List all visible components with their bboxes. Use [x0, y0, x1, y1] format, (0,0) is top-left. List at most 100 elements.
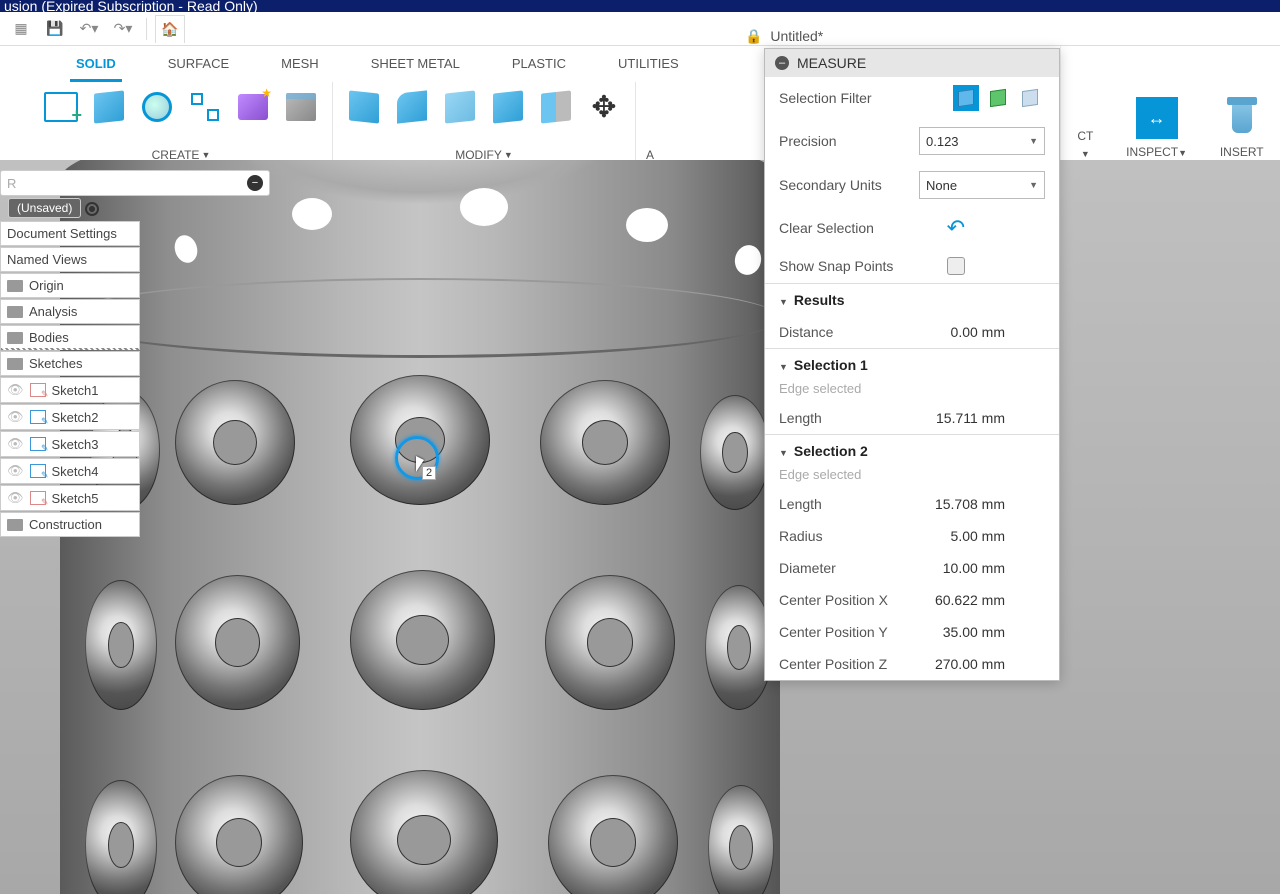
visibility-icon[interactable]: 👁: [7, 382, 24, 398]
filter-components-button[interactable]: [1017, 85, 1043, 111]
sketch-icon: [30, 437, 46, 451]
fillet-button[interactable]: [391, 86, 433, 128]
value-distance: 0.00 mm: [951, 324, 1005, 340]
hint-selection2: Edge selected: [765, 467, 1059, 488]
show-snap-checkbox[interactable]: [947, 257, 965, 275]
tab-mesh[interactable]: MESH: [275, 52, 325, 82]
model-tophole[interactable]: [626, 208, 668, 242]
model-rim: [60, 278, 780, 358]
move-button[interactable]: ✥: [583, 86, 625, 128]
viewport-3d[interactable]: 2: [0, 160, 1280, 894]
group-insert[interactable]: INSERT: [1220, 97, 1264, 159]
browser-item-document-settings[interactable]: Document Settings: [0, 221, 140, 246]
model-hole[interactable]: [175, 380, 295, 505]
model-hole[interactable]: [705, 585, 773, 710]
browser-item-origin[interactable]: Origin: [0, 273, 140, 298]
label-length1: Length: [779, 410, 822, 426]
create-form-button[interactable]: [232, 86, 274, 128]
close-icon[interactable]: −: [247, 175, 263, 191]
model-hole[interactable]: [175, 575, 300, 710]
component-radio[interactable]: [85, 202, 99, 216]
browser-item-sketch3[interactable]: 👁Sketch3: [0, 431, 140, 457]
label-distance: Distance: [779, 324, 833, 340]
tab-surface[interactable]: SURFACE: [162, 52, 235, 82]
tab-sheet-metal[interactable]: SHEET METAL: [365, 52, 466, 82]
folder-icon: [7, 280, 23, 292]
browser-root-unsaved[interactable]: (Unsaved): [8, 198, 81, 218]
label-length2: Length: [779, 496, 822, 512]
value-radius: 5.00 mm: [951, 528, 1005, 544]
model-hole[interactable]: [545, 575, 675, 710]
lock-icon: 🔒: [745, 28, 762, 44]
derive-button[interactable]: [184, 86, 226, 128]
measure-panel-title: MEASURE: [797, 55, 866, 71]
tab-plastic[interactable]: PLASTIC: [506, 52, 572, 82]
model-hole[interactable]: [85, 580, 157, 710]
separator: [146, 18, 147, 40]
clear-selection-button[interactable]: ↶: [947, 215, 965, 241]
model-hole[interactable]: [700, 395, 770, 510]
document-name: Untitled*: [770, 28, 823, 44]
label-diameter: Diameter: [779, 560, 836, 576]
browser-item-construction[interactable]: Construction: [0, 512, 140, 537]
tab-utilities[interactable]: UTILITIES: [612, 52, 685, 82]
measure-tool-button[interactable]: [1136, 97, 1178, 139]
measure-panel-header[interactable]: – MEASURE: [765, 49, 1059, 77]
extrude-button[interactable]: [88, 86, 130, 128]
visibility-icon[interactable]: 👁: [7, 409, 24, 425]
model-tophole[interactable]: [460, 188, 508, 226]
group-inspect[interactable]: INSPECT▼: [1126, 97, 1187, 159]
filter-bodies-button[interactable]: [985, 85, 1011, 111]
label-clear-selection: Clear Selection: [779, 220, 874, 236]
model-hole[interactable]: [540, 380, 670, 505]
browser-item-sketches[interactable]: Sketches: [0, 351, 140, 376]
visibility-icon[interactable]: 👁: [7, 436, 24, 452]
group-create: CREATE▼: [30, 82, 333, 166]
home-tab-button[interactable]: 🏠: [155, 15, 185, 43]
combine-button[interactable]: [487, 86, 529, 128]
model-hole[interactable]: [350, 570, 495, 710]
secondary-units-select[interactable]: None▼: [919, 171, 1045, 199]
group-modify: ✥ MODIFY▼: [333, 82, 636, 166]
value-length1: 15.711 mm: [936, 410, 1005, 426]
split-button[interactable]: [535, 86, 577, 128]
visibility-icon[interactable]: 👁: [7, 490, 24, 506]
folder-icon: [7, 519, 23, 531]
insert-fastener-button[interactable]: [1221, 97, 1263, 139]
filter-faces-button[interactable]: [953, 85, 979, 111]
file-menu-button[interactable]: ▦: [6, 15, 36, 43]
value-diameter: 10.00 mm: [943, 560, 1005, 576]
shell-button[interactable]: [439, 86, 481, 128]
redo-button[interactable]: ↷▾: [108, 15, 138, 43]
press-pull-button[interactable]: [343, 86, 385, 128]
label-radius: Radius: [779, 528, 823, 544]
revolve-button[interactable]: [136, 86, 178, 128]
section-selection1[interactable]: Selection 1: [765, 348, 1059, 381]
document-tab[interactable]: 🔒 Untitled*: [745, 28, 823, 45]
browser-item-sketch5[interactable]: 👁Sketch5: [0, 485, 140, 511]
save-button[interactable]: 💾: [40, 15, 70, 43]
section-selection2[interactable]: Selection 2: [765, 434, 1059, 467]
value-cpy: 35.00 mm: [943, 624, 1005, 640]
precision-select[interactable]: 0.123▼: [919, 127, 1045, 155]
model-tophole[interactable]: [292, 198, 332, 230]
collapse-icon[interactable]: –: [775, 56, 789, 70]
browser-item-sketch1[interactable]: 👁Sketch1: [0, 377, 140, 403]
section-results[interactable]: Results: [765, 283, 1059, 316]
group-construct-partial[interactable]: CT▼: [1077, 129, 1093, 159]
primitive-button[interactable]: [280, 86, 322, 128]
hint-selection1: Edge selected: [765, 381, 1059, 402]
browser-item-bodies[interactable]: Bodies: [0, 325, 140, 350]
visibility-icon[interactable]: 👁: [7, 463, 24, 479]
label-selection-filter: Selection Filter: [779, 90, 872, 106]
new-sketch-button[interactable]: [40, 86, 82, 128]
browser-search[interactable]: R −: [0, 170, 270, 196]
tab-solid[interactable]: SOLID: [70, 52, 122, 82]
browser-item-sketch4[interactable]: 👁Sketch4: [0, 458, 140, 484]
browser-item-named-views[interactable]: Named Views: [0, 247, 140, 272]
sketch-icon: [30, 491, 46, 505]
browser-item-sketch2[interactable]: 👁Sketch2: [0, 404, 140, 430]
browser-item-analysis[interactable]: Analysis: [0, 299, 140, 324]
undo-button[interactable]: ↶▾: [74, 15, 104, 43]
label-secondary-units: Secondary Units: [779, 177, 882, 193]
